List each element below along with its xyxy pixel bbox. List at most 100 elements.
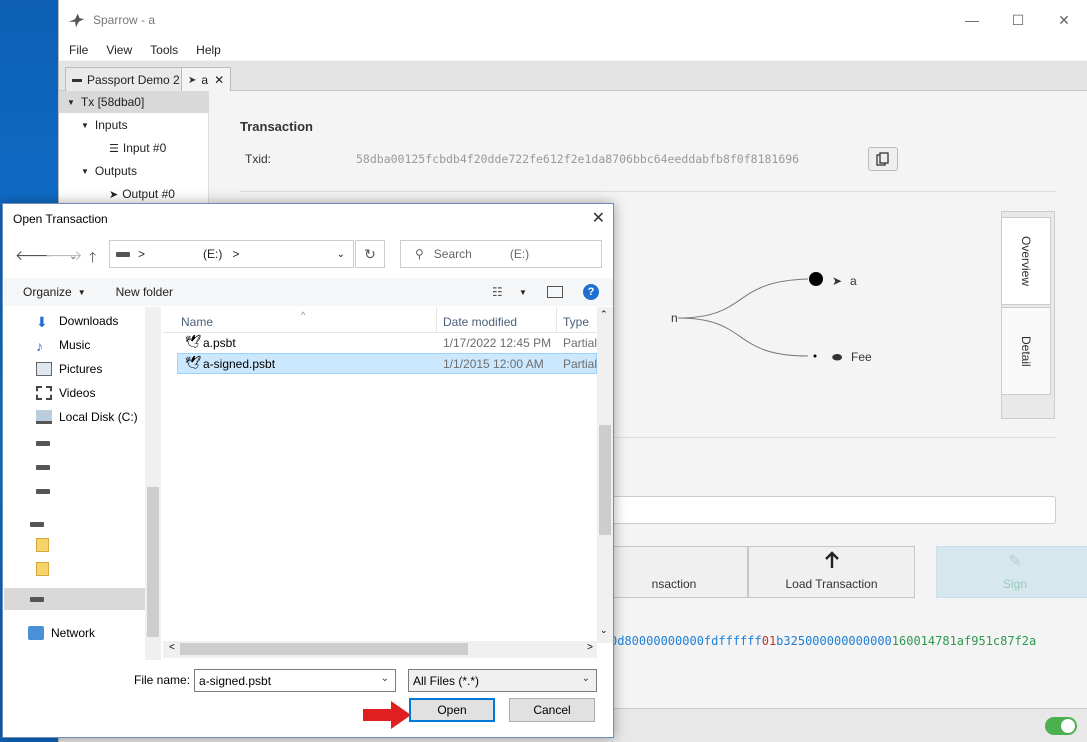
file-type-filter[interactable]: All Files (*.*) ⌄ [408, 669, 597, 692]
scroll-up-icon[interactable]: ⌃ [600, 309, 608, 320]
recent-chevron-icon[interactable]: ⌄ [69, 251, 77, 262]
maximize-button[interactable]: ☐ [995, 0, 1041, 40]
close-dialog-icon[interactable]: ✕ [592, 208, 605, 228]
help-icon[interactable]: ? [583, 284, 599, 300]
file-date: 1/17/2022 12:45 PM [443, 336, 552, 350]
tree-label: Input #0 [122, 141, 167, 155]
column-separator[interactable] [436, 307, 437, 333]
address-separator: > [138, 247, 146, 261]
load-transaction-button[interactable]: Load Transaction [748, 546, 915, 598]
nav-music[interactable]: ♪ Music [36, 334, 90, 356]
scroll-left-icon[interactable]: < [169, 642, 175, 653]
new-folder-button[interactable]: New folder [116, 285, 173, 299]
column-name[interactable]: Name [181, 315, 213, 329]
menu-view[interactable]: View [106, 43, 132, 57]
nav-drive[interactable] [36, 456, 50, 478]
tree-item-input-0[interactable]: ☰ Input #0 [109, 137, 166, 159]
tree-item-outputs[interactable]: ▼ Outputs [81, 160, 137, 182]
tree-label: Output #0 [122, 187, 175, 201]
file-list-vthumb[interactable] [599, 425, 611, 535]
nav-drive[interactable] [36, 480, 50, 502]
nav-drive-selected[interactable] [4, 588, 145, 610]
tree-item-tx[interactable]: ▼ Tx [58dba0] [59, 91, 209, 113]
sparrow-logo-icon [68, 13, 85, 28]
wallet-icon: ▬ [72, 74, 82, 85]
open-button[interactable]: Open [409, 698, 495, 722]
address-dropdown-icon[interactable]: ⌄ [337, 249, 345, 260]
scroll-right-icon[interactable]: > [587, 642, 593, 653]
nav-label: Network [51, 626, 96, 640]
refresh-button[interactable]: ↻ [355, 240, 385, 268]
nav-drive[interactable] [36, 432, 50, 454]
save-transaction-button[interactable]: nsaction [600, 546, 748, 598]
menu-bar: File View Tools Help [59, 40, 1087, 60]
file-list-vscrollbar[interactable]: ⌃ ⌄ [597, 307, 613, 643]
load-transaction-label: Load Transaction [785, 577, 878, 591]
hex-segment: 01 [761, 634, 777, 648]
file-list-hthumb[interactable] [180, 643, 468, 655]
nav-folder[interactable] [36, 558, 49, 580]
tab-a[interactable]: ➤ a ✕ [181, 67, 232, 92]
nav-drive[interactable] [30, 513, 44, 535]
tab-detail[interactable]: Detail [1001, 307, 1051, 395]
tree-item-output-0[interactable]: ➤ Output #0 [109, 183, 175, 205]
preview-pane-icon[interactable] [547, 286, 563, 298]
transaction-input-field[interactable] [600, 496, 1056, 524]
folder-icon [36, 538, 49, 552]
column-type[interactable]: Type [563, 315, 589, 329]
drive-icon [36, 488, 50, 494]
sign-button[interactable]: ✎ Sign [936, 546, 1087, 598]
tab-passport-demo-2[interactable]: ▬ Passport Demo 2 [65, 67, 187, 91]
menu-file[interactable]: File [69, 43, 88, 57]
fee-icon: ⬬ [832, 350, 843, 364]
tab-overview[interactable]: Overview [1001, 217, 1051, 305]
close-window-button[interactable]: ✕ [1041, 0, 1087, 40]
download-arrow-icon: ⬇ [36, 314, 48, 330]
file-list-hscrollbar[interactable]: < > [163, 641, 597, 658]
file-name-input[interactable]: a-signed.psbt ⌄ [194, 669, 396, 692]
nav-network[interactable]: Network [28, 622, 95, 644]
file-name-dropdown-icon[interactable]: ⌄ [381, 673, 389, 684]
sparrow-file-icon: 🕊 [185, 334, 202, 349]
tree-label: Outputs [94, 164, 137, 178]
nav-scroll-thumb[interactable] [147, 487, 159, 637]
tab-overview-label: Overview [1019, 235, 1033, 286]
search-box[interactable]: ⚲ Search (E:) [400, 240, 602, 268]
nav-pictures[interactable]: Pictures [36, 358, 102, 380]
address-bar[interactable]: > (E:) > ⌄ [109, 240, 354, 268]
drive-icon [116, 251, 130, 257]
hex-segment: 0d80000000000 [610, 634, 704, 648]
nav-downloads[interactable]: ⬇ Downloads [36, 310, 118, 332]
cancel-button[interactable]: Cancel [509, 698, 595, 722]
nav-scrollbar[interactable] [145, 307, 161, 660]
scroll-down-icon[interactable]: ⌄ [600, 625, 608, 636]
copy-txid-button[interactable] [868, 147, 898, 171]
menu-help[interactable]: Help [196, 43, 221, 57]
file-name-value: a-signed.psbt [199, 673, 272, 688]
dropdown-triangle-icon[interactable]: ▼ [519, 288, 527, 297]
wallet-tab-strip: ▬ Passport Demo 2 ➤ a ✕ [59, 61, 1087, 92]
disk-icon [36, 410, 52, 424]
view-options-icon[interactable]: ☷ [492, 285, 503, 299]
output-send-icon: ➤ [832, 274, 843, 288]
nav-videos[interactable]: Videos [36, 382, 95, 404]
file-name: a-signed.psbt [203, 357, 276, 371]
sign-label: Sign [1002, 577, 1028, 591]
organize-button[interactable]: Organize [23, 285, 72, 299]
drive-icon [36, 464, 50, 470]
column-separator[interactable] [556, 307, 557, 333]
address-drive[interactable]: (E:) [203, 247, 222, 261]
file-row-selected[interactable]: 🕊 a-signed.psbt 1/1/2015 12:00 AM Partia… [177, 353, 597, 374]
nav-local-disk[interactable]: Local Disk (C:) [36, 406, 138, 428]
nav-folder[interactable] [36, 534, 49, 556]
tree-item-inputs[interactable]: ▼ Inputs [81, 114, 128, 136]
close-tab-icon[interactable]: ✕ [214, 73, 224, 87]
file-row[interactable]: 🕊 a.psbt 1/17/2022 12:45 PM Partial [177, 332, 597, 353]
up-arrow-icon[interactable]: 🡑 [89, 247, 96, 271]
nav-label: Music [59, 338, 91, 352]
menu-tools[interactable]: Tools [150, 43, 178, 57]
minimize-button[interactable]: — [949, 0, 995, 40]
filter-dropdown-icon[interactable]: ⌄ [582, 673, 590, 684]
column-date-modified[interactable]: Date modified [443, 315, 517, 329]
server-toggle[interactable] [1045, 717, 1077, 735]
